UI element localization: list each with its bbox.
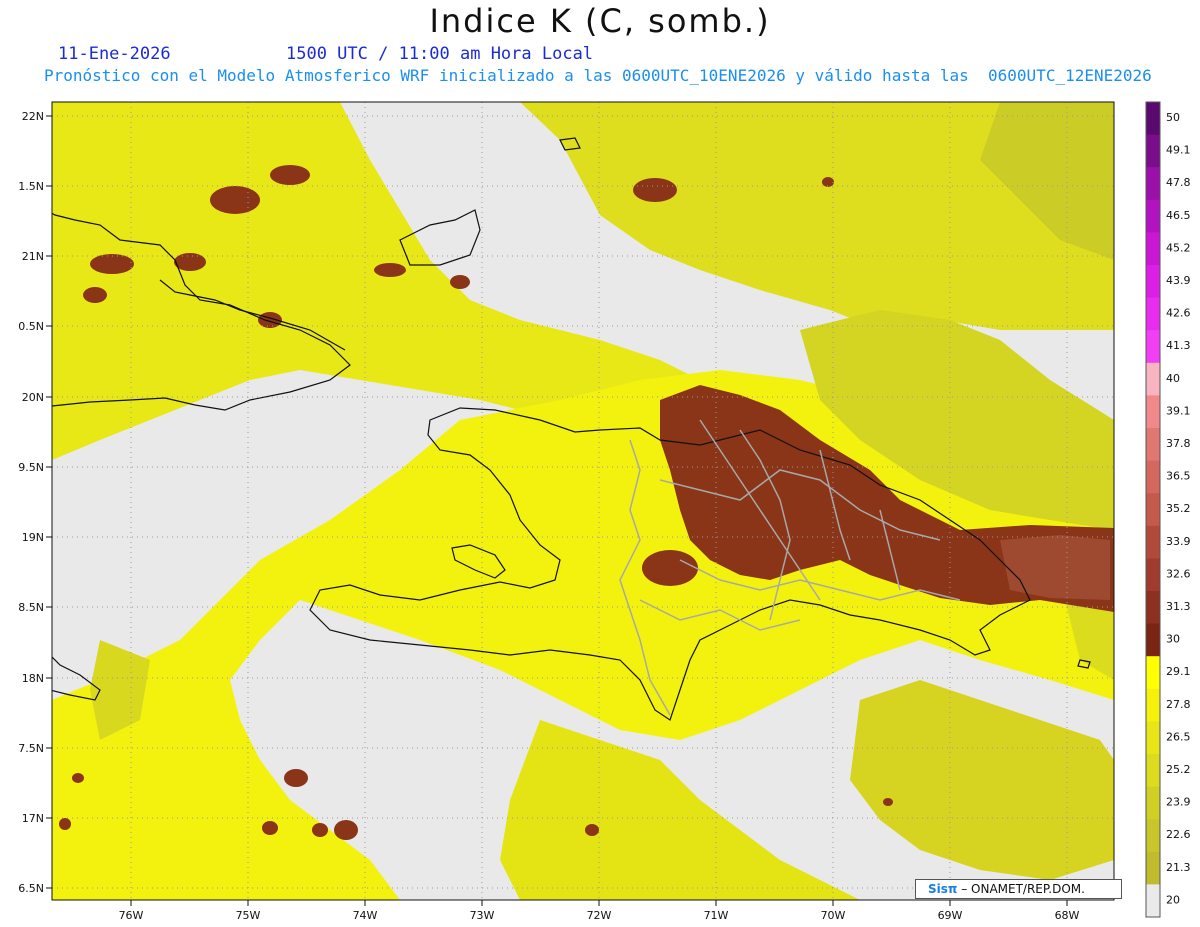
- latitude-axis: 22N 1.5N 21N 0.5N 20N 9.5N 19N 8.5N 18N …: [18, 110, 52, 895]
- k-max-spot: [642, 550, 698, 586]
- colorbar-swatch: [1146, 102, 1160, 136]
- colorbar-label: 47.8: [1166, 176, 1191, 189]
- colorbar-label: 30: [1166, 633, 1180, 646]
- lat-label: 1.5N: [18, 180, 44, 193]
- colorbar-swatch: [1146, 330, 1160, 364]
- colorbar-swatch: [1146, 656, 1160, 690]
- colorbar-swatch: [1146, 134, 1160, 168]
- lon-label: 71W: [704, 909, 729, 922]
- k-max-area-east: [1000, 535, 1110, 600]
- credit-text: – ONAMET/REP.DOM.: [961, 882, 1085, 896]
- lat-label: 7.5N: [18, 742, 44, 755]
- colorbar-label: 46.5: [1166, 209, 1191, 222]
- colorbar-swatch: [1146, 395, 1160, 429]
- k-max-spot: [883, 798, 893, 806]
- colorbar-swatch: [1146, 851, 1160, 885]
- lat-label: 22N: [22, 110, 44, 123]
- lon-label: 68W: [1055, 909, 1080, 922]
- colorbar-label: 35.2: [1166, 502, 1191, 515]
- colorbar-swatch: [1146, 428, 1160, 462]
- k-max-spot: [633, 178, 677, 202]
- colorbar-label: 32.6: [1166, 567, 1191, 580]
- lat-label: 20N: [22, 391, 44, 404]
- colorbar-label: 36.5: [1166, 470, 1191, 483]
- colorbar-label: 23.9: [1166, 796, 1191, 809]
- colorbar-swatch: [1146, 754, 1160, 788]
- colorbar-label: 29.1: [1166, 665, 1191, 678]
- lat-label: 0.5N: [18, 320, 44, 333]
- lat-label: 19N: [22, 531, 44, 544]
- k-max-spot: [72, 773, 84, 783]
- k-max-spot: [262, 821, 278, 835]
- lat-label: 18N: [22, 672, 44, 685]
- colorbar-swatch: [1146, 525, 1160, 559]
- colorbar-label: 33.9: [1166, 535, 1191, 548]
- colorbar-label: 37.8: [1166, 437, 1191, 450]
- colorbar-swatch: [1146, 167, 1160, 201]
- colorbar-swatch: [1146, 884, 1160, 918]
- map-figure: 22N 1.5N 21N 0.5N 20N 9.5N 19N 8.5N 18N …: [18, 101, 1191, 922]
- colorbar-label: 26.5: [1166, 730, 1191, 743]
- colorbar-swatch: [1146, 819, 1160, 853]
- colorbar-swatch: [1146, 362, 1160, 396]
- k-max-spot: [585, 824, 599, 836]
- lat-label: 17N: [22, 812, 44, 825]
- colorbar-label: 50: [1166, 111, 1180, 124]
- colorbar-label: 20: [1166, 893, 1180, 906]
- colorbar-label: 42.6: [1166, 307, 1191, 320]
- colorbar-swatch: [1146, 688, 1160, 722]
- colorbar-swatch: [1146, 623, 1160, 657]
- lat-label: 9.5N: [18, 461, 44, 474]
- lat-label: 8.5N: [18, 601, 44, 614]
- colorbar-label: 27.8: [1166, 698, 1191, 711]
- k-max-spot: [312, 823, 328, 837]
- colorbar-swatch: [1146, 199, 1160, 233]
- colorbar-swatch: [1146, 558, 1160, 592]
- colorbar-label: 31.3: [1166, 600, 1191, 613]
- k-max-spot: [210, 186, 260, 214]
- colorbar-swatch: [1146, 460, 1160, 494]
- k-max-spot: [59, 818, 71, 830]
- colorbar-swatch: [1146, 232, 1160, 266]
- lon-label: 74W: [353, 909, 378, 922]
- longitude-axis: 76W 75W 74W 73W 72W 71W 70W 69W 68W: [119, 900, 1080, 922]
- lon-label: 70W: [821, 909, 846, 922]
- colorbar-label: 45.2: [1166, 241, 1191, 254]
- colorbar-label: 21.3: [1166, 861, 1191, 874]
- colorbar-label: 25.2: [1166, 763, 1191, 776]
- colorbar-label: 40: [1166, 372, 1180, 385]
- colorbar-label: 43.9: [1166, 274, 1191, 287]
- lon-label: 72W: [587, 909, 612, 922]
- lon-label: 69W: [938, 909, 963, 922]
- sispi-logo: Sisπ: [928, 882, 958, 896]
- lon-label: 76W: [119, 909, 144, 922]
- colorbar-label: 49.1: [1166, 144, 1191, 157]
- colorbar-swatch: [1146, 493, 1160, 527]
- k-max-spot: [334, 820, 358, 840]
- credit-box: Sisπ – ONAMET/REP.DOM.: [915, 879, 1122, 899]
- colorbar-swatch: [1146, 721, 1160, 755]
- lon-label: 75W: [236, 909, 261, 922]
- colorbar-swatch: [1146, 786, 1160, 820]
- colorbar-swatch: [1146, 591, 1160, 625]
- k-max-spot: [270, 165, 310, 185]
- k-max-spot: [90, 254, 134, 274]
- lat-label: 6.5N: [18, 882, 44, 895]
- k-max-spot: [83, 287, 107, 303]
- lon-label: 73W: [470, 909, 495, 922]
- colorbar-swatch: [1146, 265, 1160, 299]
- colorbar: 50 49.1 47.8 46.5 45.2 43.9 42.6 41.3 40 39.1 37.8…: [1145, 101, 1191, 918]
- k-max-spot: [374, 263, 406, 277]
- colorbar-swatch: [1146, 297, 1160, 331]
- lat-label: 21N: [22, 250, 44, 263]
- colorbar-label: 39.1: [1166, 404, 1191, 417]
- colorbar-label: 22.6: [1166, 828, 1191, 841]
- k-max-spot: [450, 275, 470, 289]
- colorbar-label: 41.3: [1166, 339, 1191, 352]
- k-max-spot: [284, 769, 308, 787]
